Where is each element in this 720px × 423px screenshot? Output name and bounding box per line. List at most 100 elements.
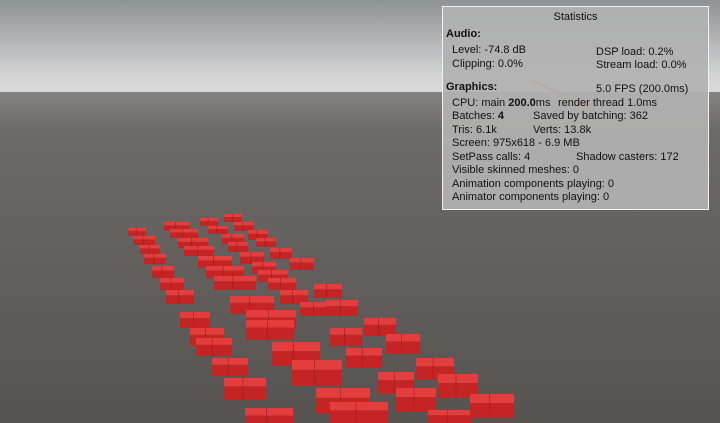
audio-clipping: Clipping: 0.0% <box>452 58 523 70</box>
red-box-top <box>245 408 293 416</box>
red-box-front <box>152 270 174 278</box>
batches-value: 4 <box>497 110 504 122</box>
dsp-load: DSP load: 0.2% <box>596 46 674 58</box>
red-box-top <box>268 278 296 283</box>
red-box-top <box>256 238 276 242</box>
red-box-front <box>256 241 276 247</box>
red-box-top <box>396 388 436 398</box>
red-box-front <box>144 257 166 264</box>
fps-readout: 5.0 FPS (200.0ms) <box>596 83 689 95</box>
red-box-front <box>180 318 210 328</box>
red-box-top <box>152 266 174 271</box>
red-box-top <box>246 320 294 328</box>
red-box-top <box>214 276 256 282</box>
red-box-front <box>246 327 294 340</box>
red-box-top <box>416 358 454 367</box>
visible-skinned-meshes: Visible skinned meshes: 0 <box>452 164 579 176</box>
red-box-top <box>133 236 155 240</box>
red-box-top <box>206 266 244 271</box>
red-box-front <box>196 344 232 356</box>
red-box-top <box>178 238 208 242</box>
red-box-top <box>428 410 472 416</box>
red-box-front <box>268 282 296 290</box>
red-box-front <box>270 252 292 259</box>
red-box-front <box>224 217 242 222</box>
audio-header: Audio: <box>446 28 481 40</box>
red-box-top <box>170 229 198 233</box>
red-box-front <box>346 355 382 368</box>
red-box-front <box>184 249 214 256</box>
red-box-top <box>224 214 242 218</box>
red-box-front <box>200 221 218 226</box>
animation-components: Animation components playing: 0 <box>452 178 615 190</box>
red-box-top <box>166 290 194 296</box>
red-box-top <box>164 222 190 226</box>
statistics-panel: Statistics Audio: Level: -74.8 dB Clippi… <box>442 6 709 210</box>
red-box-top <box>200 218 218 222</box>
red-box-top <box>212 358 248 365</box>
red-box-top <box>314 284 342 290</box>
red-box-top <box>330 328 362 335</box>
red-box-front <box>214 281 256 290</box>
red-box-top <box>246 310 296 318</box>
red-box-top <box>470 394 514 404</box>
cpu-main-value: 200.0 <box>508 97 536 109</box>
cpu-main-label: CPU: main <box>452 97 509 109</box>
red-box-top <box>300 302 330 308</box>
stream-load: Stream load: 0.0% <box>596 59 687 71</box>
red-box-top <box>316 388 370 398</box>
red-box-front <box>292 369 342 386</box>
red-box-front <box>326 306 358 316</box>
red-box-front <box>330 334 362 346</box>
red-box-front <box>140 248 160 254</box>
red-box-top <box>378 372 414 381</box>
red-box-top <box>196 338 232 345</box>
cpu-main-unit: ms <box>535 97 551 109</box>
red-box-front <box>170 232 198 238</box>
animator-components: Animator components playing: 0 <box>452 191 610 203</box>
setpass-calls: SetPass calls: 4 <box>452 151 531 163</box>
red-box-top <box>222 234 244 238</box>
cpu-main: CPU: main 200.0ms <box>452 97 550 110</box>
verts: Verts: 13.8k <box>533 124 592 136</box>
red-box-front <box>330 410 388 423</box>
red-box-front <box>300 307 330 316</box>
red-box-top <box>140 245 160 249</box>
red-box-top <box>160 278 184 283</box>
shadow-casters: Shadow casters: 172 <box>576 151 679 163</box>
panel-title: Statistics <box>553 11 598 23</box>
red-box-top <box>248 230 268 234</box>
red-box-top <box>280 290 308 296</box>
red-box-top <box>346 348 382 356</box>
red-box-top <box>258 270 288 275</box>
red-box-front <box>212 364 248 376</box>
red-box-front <box>160 282 184 290</box>
red-box-front <box>290 262 314 270</box>
red-box-top <box>144 254 166 258</box>
render-thread: render thread 1.0ms <box>558 97 658 109</box>
screen-info: Screen: 975x618 - 6.9 MB <box>452 137 580 149</box>
red-box-top <box>364 318 396 325</box>
red-box-top <box>272 342 320 352</box>
red-box-front <box>133 239 155 245</box>
red-box-front <box>428 415 472 423</box>
red-box-front <box>386 341 420 354</box>
red-box-top <box>208 226 228 230</box>
red-box-front <box>396 397 436 412</box>
red-box-top <box>240 252 264 257</box>
red-box-top <box>386 334 420 342</box>
red-box-top <box>292 360 342 370</box>
red-box-top <box>198 256 232 261</box>
red-box-top <box>290 258 314 263</box>
red-box-top <box>230 296 274 303</box>
red-box-front <box>128 231 146 236</box>
batches: Batches: 4 <box>452 110 504 123</box>
graphics-header: Graphics: <box>446 81 498 93</box>
red-box-top <box>180 312 210 319</box>
saved-by-batching: Saved by batching: 362 <box>533 110 648 122</box>
red-box-top <box>234 222 254 226</box>
red-box-front <box>224 386 266 400</box>
red-box-top <box>128 228 146 232</box>
batches-label: Batches: <box>452 110 498 122</box>
red-box-top <box>252 262 276 267</box>
